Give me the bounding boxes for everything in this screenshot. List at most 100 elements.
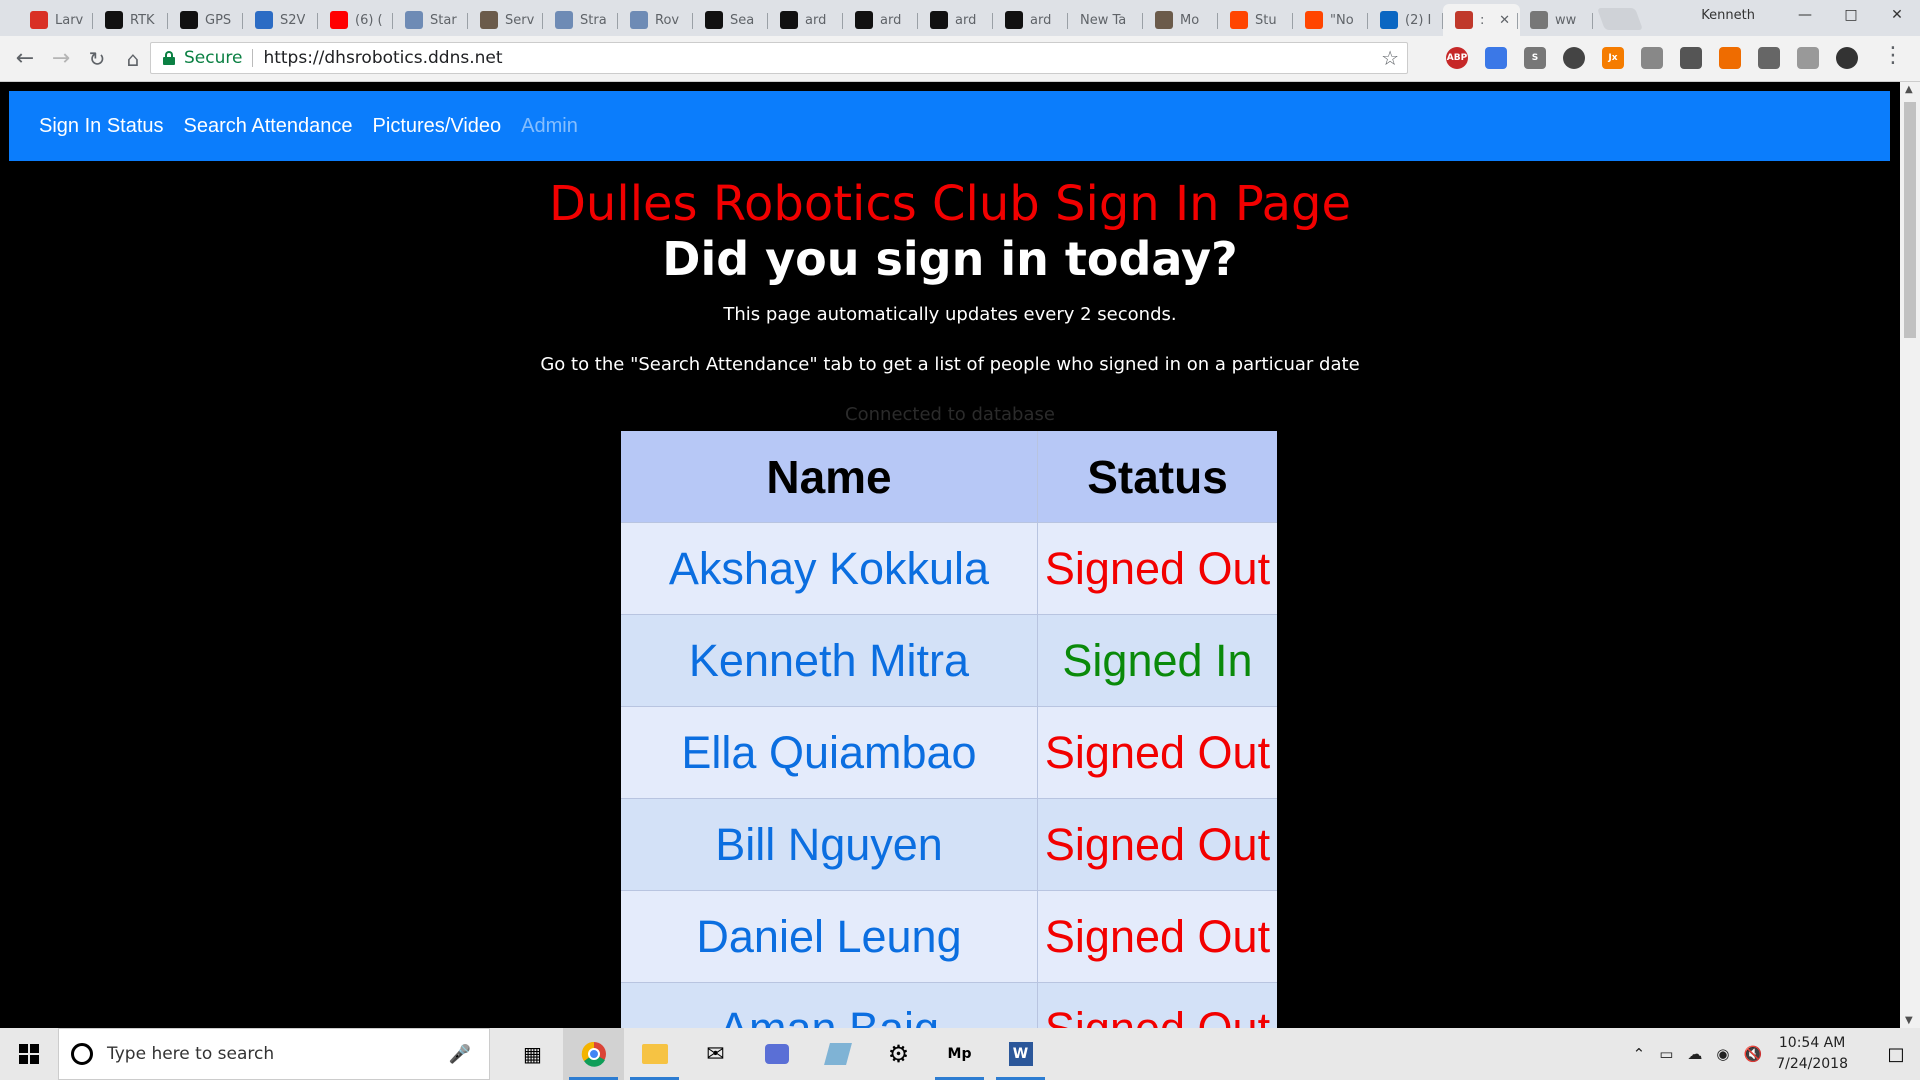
close-tab-icon[interactable]: ✕ [1499,13,1510,28]
search-note: Go to the "Search Attendance" tab to get… [540,354,1360,375]
browser-tab[interactable]: (6) ( [318,4,395,36]
reload-icon[interactable]: ↻ [80,42,114,76]
onedrive-icon[interactable]: ☁ [1687,1045,1702,1063]
start-button[interactable] [0,1028,58,1080]
linkedin-icon [1380,11,1398,29]
browser-tab[interactable]: Stu [1218,4,1295,36]
file-explorer-icon[interactable] [624,1028,685,1080]
notes-app-icon[interactable] [807,1028,868,1080]
fire-extension-icon[interactable] [1719,47,1741,69]
browser-tab[interactable]: RTK [93,4,170,36]
browser-tab[interactable]: Mo [1143,4,1220,36]
video-app-icon[interactable] [746,1028,807,1080]
browser-tab[interactable]: (2) I [1368,4,1445,36]
browser-tab[interactable]: Larv [18,4,95,36]
page-scrollbar[interactable]: ▲ ▼ [1900,82,1920,1028]
microphone-icon[interactable]: 🎤 [449,1044,471,1065]
clock[interactable]: 10:54 AM 7/24/2018 [1776,1033,1848,1075]
bookmark-star-icon[interactable]: ☆ [1381,46,1399,70]
windows-taskbar: Type here to search 🎤 ▦ ✉ ⚙ Mp W ⌃ ▭ ☁ ◉… [0,1028,1920,1080]
speed-extension-icon[interactable] [1563,47,1585,69]
scroll-up-icon[interactable]: ▲ [1905,84,1913,95]
word-icon[interactable]: W [990,1028,1051,1080]
browser-tab[interactable]: Rov [618,4,695,36]
url-text[interactable]: https://dhsrobotics.ddns.net [263,48,502,68]
new-tab-button[interactable] [1596,8,1644,30]
scroll-down-icon[interactable]: ▼ [1905,1015,1913,1026]
browser-tab[interactable]: Stra [543,4,620,36]
status-badge: Signed In [1062,634,1253,686]
browser-tab[interactable]: ww [1518,4,1595,36]
divider [252,49,254,67]
member-name: Ella Quiambao [681,726,977,778]
nav-link-sign-in-status[interactable]: Sign In Status [39,115,164,138]
notifications-icon[interactable]: □ [1872,1028,1920,1080]
jx-extension-icon[interactable]: Jx [1602,47,1624,69]
windows-logo-icon [19,1044,39,1064]
app-icon [180,11,198,29]
site-navbar: Sign In Status Search Attendance Pictures/… [9,91,1890,161]
browser-tab[interactable]: ard [993,4,1070,36]
s-extension-icon[interactable]: S [1524,47,1546,69]
ghost-extension-icon[interactable] [1836,47,1858,69]
member-name: Bill Nguyen [715,818,943,870]
table-row: Bill Nguyen Signed Out [621,799,1277,891]
table-row: Daniel Leung Signed Out [621,891,1277,983]
browser-tab[interactable]: GPS [168,4,245,36]
close-window-icon[interactable]: ✕ [1874,0,1920,30]
gmail-icon [30,11,48,29]
forward-icon[interactable]: → [44,42,78,76]
cloud-extension-icon[interactable] [1797,47,1819,69]
task-view-icon[interactable]: ▦ [502,1028,563,1080]
home-icon[interactable]: ⌂ [116,42,150,76]
dots-icon [255,11,273,29]
connection-status: Connected to database [845,404,1055,425]
settings-icon[interactable]: ⚙ [868,1028,929,1080]
calendar-extension-icon[interactable] [1485,47,1507,69]
table-row: Akshay Kokkula Signed Out [621,523,1277,615]
update-note: This page automatically updates every 2 … [723,304,1177,325]
browser-tab[interactable]: ard [843,4,920,36]
browser-tab[interactable]: Sea [693,4,770,36]
back-icon[interactable]: ← [8,42,42,76]
address-bar[interactable]: Secure https://dhsrobotics.ddns.net ☆ [150,42,1408,74]
tab-title: Stra [580,12,607,28]
tab-title: ard [880,12,902,28]
nav-link-admin[interactable]: Admin [521,115,578,138]
status-column-header: Status [1087,450,1228,503]
tab-title: ard [1030,12,1052,28]
mail-icon[interactable]: ✉ [685,1028,746,1080]
adblock-icon[interactable]: ABP [1446,47,1468,69]
browser-tab[interactable]: : ✕ [1443,4,1520,36]
nav-link-search-attendance[interactable]: Search Attendance [184,115,353,138]
browser-tab[interactable]: "No [1293,4,1370,36]
scrollbar-thumb[interactable] [1904,102,1916,338]
chat-extension-icon[interactable] [1641,47,1663,69]
browser-tab[interactable]: ard [918,4,995,36]
mp-app-icon[interactable]: Mp [929,1028,990,1080]
status-badge: Signed Out [1044,726,1271,778]
nav-link-pictures-video[interactable]: Pictures/Video [373,115,502,138]
volume-muted-icon[interactable]: 🔇 [1744,1045,1763,1063]
maximize-icon[interactable]: □ [1828,0,1874,30]
chrome-menu-icon[interactable]: ⋮ [1882,45,1904,67]
web-page: Sign In Status Search Attendance Pictures/… [0,82,1900,1028]
device-icon[interactable]: ▭ [1659,1045,1673,1063]
browser-tab[interactable]: S2V [243,4,320,36]
doc-icon [555,11,573,29]
arrow-extension-icon[interactable] [1680,47,1702,69]
chrome-taskbar-icon[interactable] [563,1028,624,1080]
browser-toolbar: ← → ↻ ⌂ Secure https://dhsrobotics.ddns.… [0,36,1920,82]
wifi-icon[interactable]: ◉ [1716,1045,1729,1063]
profile-name[interactable]: Kenneth [1701,8,1755,23]
grid-extension-icon[interactable] [1758,47,1780,69]
tab-title: ard [805,12,827,28]
browser-tab[interactable]: New Ta [1068,4,1145,36]
pinned-apps: ▦ ✉ ⚙ Mp W [502,1028,1051,1080]
taskbar-search[interactable]: Type here to search 🎤 [58,1028,490,1080]
browser-tab[interactable]: Star [393,4,470,36]
browser-tab[interactable]: Serv [468,4,545,36]
chevron-up-icon[interactable]: ⌃ [1633,1045,1646,1063]
browser-tab[interactable]: ard [768,4,845,36]
minimize-icon[interactable]: — [1782,0,1828,30]
